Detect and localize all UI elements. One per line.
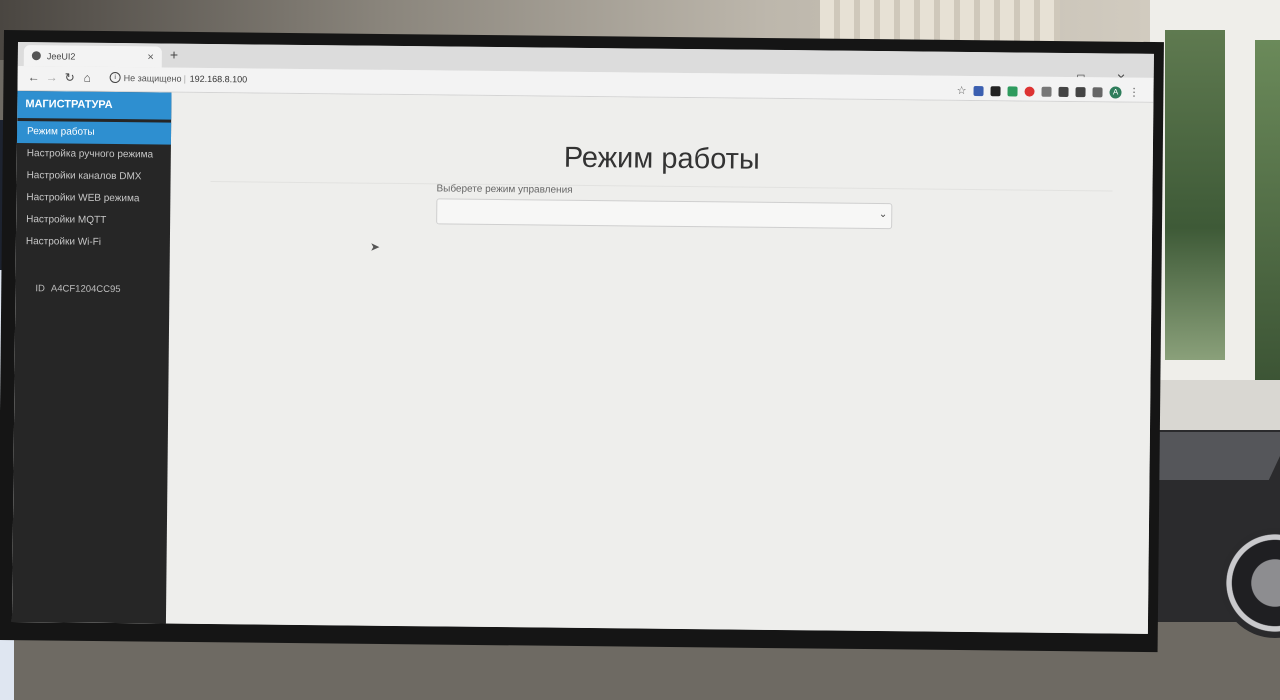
media-extension-icon[interactable]: [1092, 86, 1103, 97]
chevron-down-icon[interactable]: ⌄: [879, 209, 888, 220]
device-id: ID A4CF1204CC95: [15, 283, 169, 296]
sidebar-item-dmx[interactable]: Настройки каналов DMX: [16, 165, 170, 189]
page-title: Режим работы: [563, 141, 760, 176]
home-icon[interactable]: ⌂: [84, 71, 91, 85]
sidebar-item-mode[interactable]: Режим работы: [16, 120, 172, 145]
close-icon[interactable]: ×: [147, 51, 154, 63]
extensions-toolbar: ☆ A ⋮: [956, 84, 1140, 99]
send-extension-icon[interactable]: [1075, 86, 1086, 97]
device-id-value: A4CF1204CC95: [50, 283, 121, 296]
info-icon[interactable]: i: [109, 71, 121, 84]
opera-extension-icon[interactable]: [1024, 86, 1035, 97]
mouse-cursor-icon: ➤: [369, 239, 381, 254]
monitor-screen: JeeUI2 × + – ◻ ✕ ← → ↻ ⌂ i Не защищено |…: [11, 42, 1154, 634]
tab-title: JeeUI2: [46, 50, 76, 62]
sidebar-brand[interactable]: МАГИСТРАТУРА: [17, 90, 172, 120]
sidebar-item-wifi[interactable]: Настройки Wi-Fi: [16, 231, 170, 255]
back-arrow-icon[interactable]: ←: [28, 70, 40, 84]
mode-select-label: Выберете режим управления: [436, 183, 573, 196]
menu-kebab-icon[interactable]: ⋮: [1128, 86, 1139, 99]
window-glass: [1165, 30, 1225, 360]
extension-icon[interactable]: [1007, 85, 1018, 96]
sidebar-item-manual[interactable]: Настройка ручного режима: [17, 143, 171, 167]
browser-tab[interactable]: JeeUI2 ×: [23, 45, 162, 68]
web-page: МАГИСТРАТУРА Режим работы Настройка ручн…: [11, 90, 1154, 634]
sidebar-item-mqtt[interactable]: Настройки MQTT: [16, 209, 170, 233]
forward-arrow-icon[interactable]: →: [46, 70, 58, 84]
main-content: Режим работы Выберете режим управления ⌄…: [166, 93, 1154, 634]
profile-avatar[interactable]: A: [1109, 85, 1122, 99]
sidebar-item-web[interactable]: Настройки WEB режима: [16, 187, 170, 211]
address-separator: |: [183, 73, 187, 84]
new-tab-button[interactable]: +: [170, 47, 178, 63]
title-divider: [210, 181, 1113, 192]
sidebar: МАГИСТРАТУРА Режим работы Настройка ручн…: [11, 90, 172, 624]
url-input[interactable]: 192.168.8.100: [190, 74, 248, 85]
translate-extension-icon[interactable]: [973, 85, 984, 96]
extension-icon[interactable]: [990, 85, 1001, 96]
mode-select[interactable]: ⌄: [436, 198, 893, 230]
globe-icon: [31, 51, 41, 61]
extension-icon[interactable]: [1058, 86, 1069, 97]
bookmark-star-icon[interactable]: ☆: [956, 84, 967, 96]
reload-icon[interactable]: ↻: [65, 70, 75, 84]
device-id-label: ID: [35, 283, 45, 295]
window-glass-right: [1255, 40, 1280, 390]
extension-icon[interactable]: [1041, 86, 1052, 97]
security-status[interactable]: Не защищено: [124, 73, 182, 84]
